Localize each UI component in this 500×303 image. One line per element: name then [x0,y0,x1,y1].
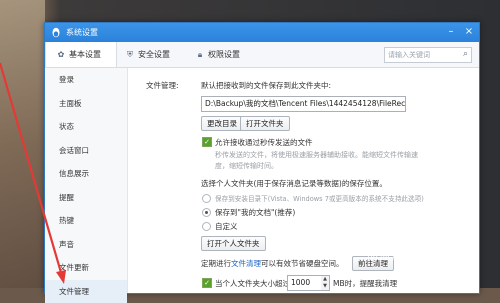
size-limit-checkbox[interactable]: ✓ [202,278,212,288]
gear-icon: ✿ [56,42,66,67]
tab-security-settings[interactable]: ⛨安全设置 [125,42,170,67]
cleanup-text: 定期进行文件清理可以有效节省硬盘空间。 [201,258,344,269]
tab-label: 安全设置 [138,50,170,59]
search-placeholder: 请输入关键词 [388,50,430,60]
sidebar: 登录 主面板 状态 会话窗口 信息展示 提醒 热键 声音 文件更新 文件管理 [45,68,128,293]
tab-bar: ✿基本设置 ⛨安全设置 🔒︎权限设置 请输入关键词 ⌕ [45,42,479,68]
shield-icon: ⛨ [125,42,135,67]
custom-radio[interactable] [202,222,211,231]
save-location-desc: 默认把接收到的文件保存到此文件夹中: [201,80,331,91]
window-title: 系统设置 [66,27,98,38]
sidebar-item-hotkeys[interactable]: 热键 [45,209,127,233]
lock-icon: 🔒︎ [195,42,205,67]
my-documents-radio[interactable] [202,208,211,217]
size-limit-post: MB时，提醒我清理 [333,278,397,289]
allow-fast-transfer-checkbox[interactable]: ✓ [202,137,212,147]
watermark-title: 百科全说 [363,218,443,245]
size-limit-spinner[interactable]: ▲▼ [321,275,330,291]
title-bar: 系统设置 – × [45,23,479,42]
section-label: 文件管理: [146,80,179,91]
install-dir-option-label: 保存到安装目录下(Vista、Windows 7或更高版本的系统不支持此选项) [215,193,424,203]
desktop-background-left [0,0,45,288]
sidebar-item-main-panel[interactable]: 主面板 [45,92,127,116]
tab-label: 权限设置 [208,50,240,59]
tab-permission-settings[interactable]: 🔒︎权限设置 [195,42,240,67]
sidebar-item-chat-window[interactable]: 会话窗口 [45,139,127,163]
sidebar-item-reminder[interactable]: 提醒 [45,186,127,210]
tab-basic-settings[interactable]: ✿基本设置 [45,42,117,67]
sidebar-item-file-management[interactable]: 文件管理 [45,280,127,303]
open-folder-button[interactable]: 打开文件夹 [240,116,290,131]
minimize-button[interactable]: – [443,25,459,39]
watermark: 百科全说 助你轻松解决 [363,218,443,263]
sidebar-item-login[interactable]: 登录 [45,68,127,92]
watermark-subtitle: 助你轻松解决 [367,247,443,263]
sidebar-item-file-update[interactable]: 文件更新 [45,256,127,280]
qq-penguin-icon [51,27,61,38]
cleanup-text-post: 可以有效节省硬盘空间。 [261,259,344,268]
sidebar-item-status[interactable]: 状态 [45,115,127,139]
search-input[interactable]: 请输入关键词 ⌕ [384,47,472,63]
custom-option-label: 自定义 [215,221,238,232]
sidebar-item-info-display[interactable]: 信息展示 [45,162,127,186]
tab-label: 基本设置 [69,50,101,59]
allow-fast-transfer-label: 允许接收通过秒传发送的文件 [215,137,313,148]
fast-transfer-desc-2: 度，缩短传输时间。 [215,161,278,171]
search-icon[interactable]: ⌕ [463,49,468,59]
change-directory-button[interactable]: 更改目录 [201,116,243,131]
fast-transfer-desc-1: 秒传发送的文件，将使用极速服务器辅助接收。能缩短文件传输速 [215,150,418,160]
personal-folder-title: 选择个人文件夹(用于保存消息记录等数据)的保存位置。 [201,178,387,189]
my-documents-option-label: 保存到"我的文档"(推荐) [215,207,295,218]
cleanup-text-pre: 定期进行 [201,259,231,268]
save-path-field[interactable]: D:\Backup\我的文档\Tencent Files\1442454128\… [201,96,406,112]
size-limit-input[interactable]: 1000 [287,275,322,291]
size-limit-pre: 当个人文件夹大小超过 [215,278,290,289]
install-dir-radio[interactable] [202,194,211,203]
file-cleanup-link[interactable]: 文件清理 [231,259,261,268]
open-personal-folder-button[interactable]: 打开个人文件夹 [201,236,266,251]
sidebar-item-sound[interactable]: 声音 [45,233,127,257]
close-button[interactable]: × [461,25,477,39]
